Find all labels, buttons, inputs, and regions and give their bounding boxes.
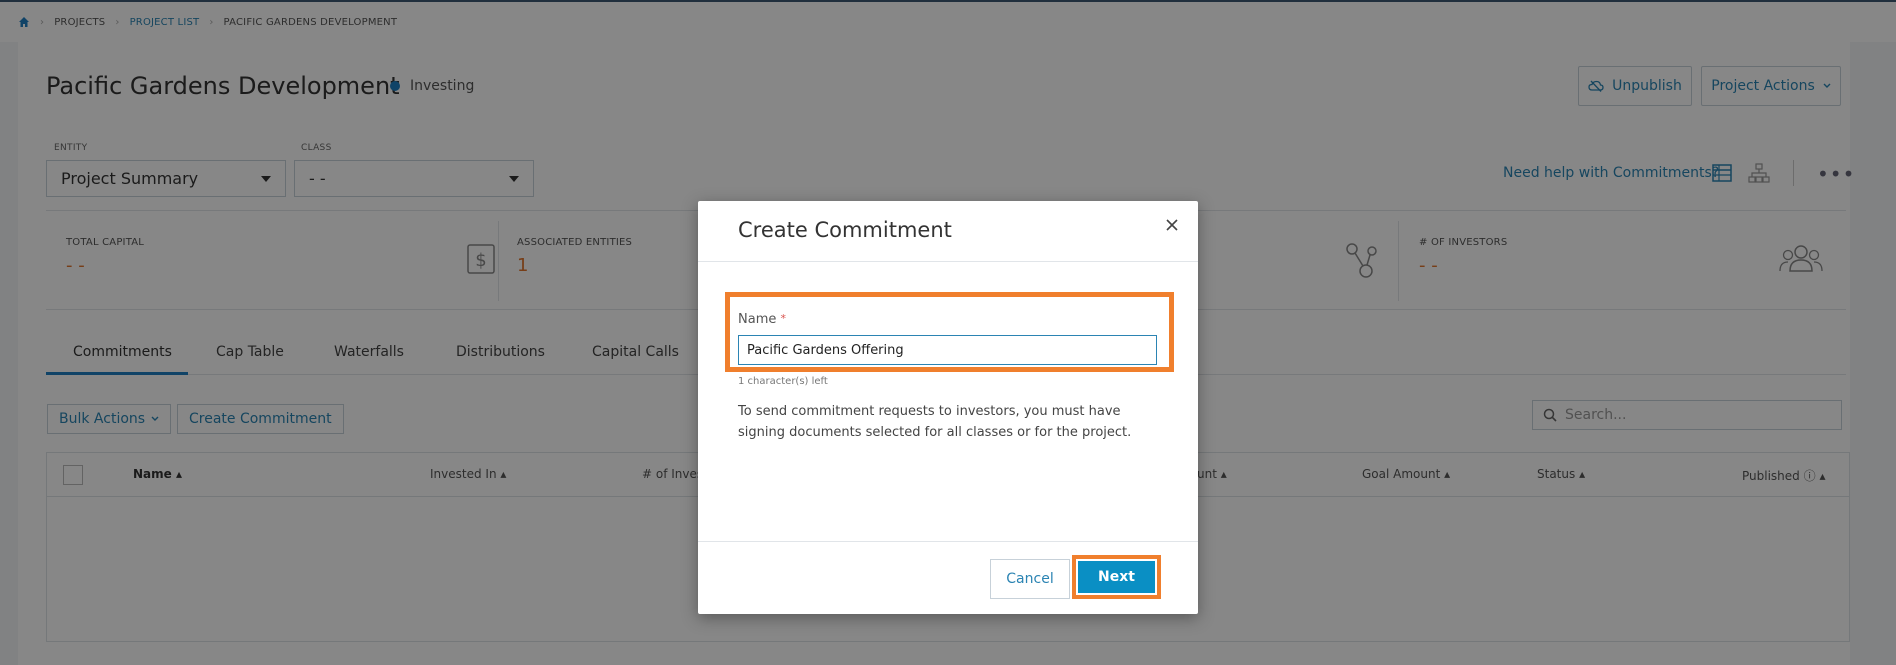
cancel-button[interactable]: Cancel — [990, 559, 1070, 599]
close-icon[interactable] — [1164, 217, 1180, 233]
signing-documents-notice: To send commitment requests to investors… — [738, 404, 1132, 440]
name-field-label: Name * — [738, 312, 786, 327]
next-button[interactable]: Next — [1078, 561, 1155, 593]
dialog-header-divider — [698, 261, 1198, 262]
name-input[interactable] — [738, 335, 1157, 365]
characters-left-hint: 1 character(s) left — [738, 376, 828, 387]
dialog-title: Create Commitment — [738, 218, 952, 242]
required-marker: * — [780, 312, 787, 325]
dialog-footer-divider — [698, 541, 1198, 542]
create-commitment-dialog: Create Commitment Name * 1 character(s) … — [698, 201, 1198, 614]
